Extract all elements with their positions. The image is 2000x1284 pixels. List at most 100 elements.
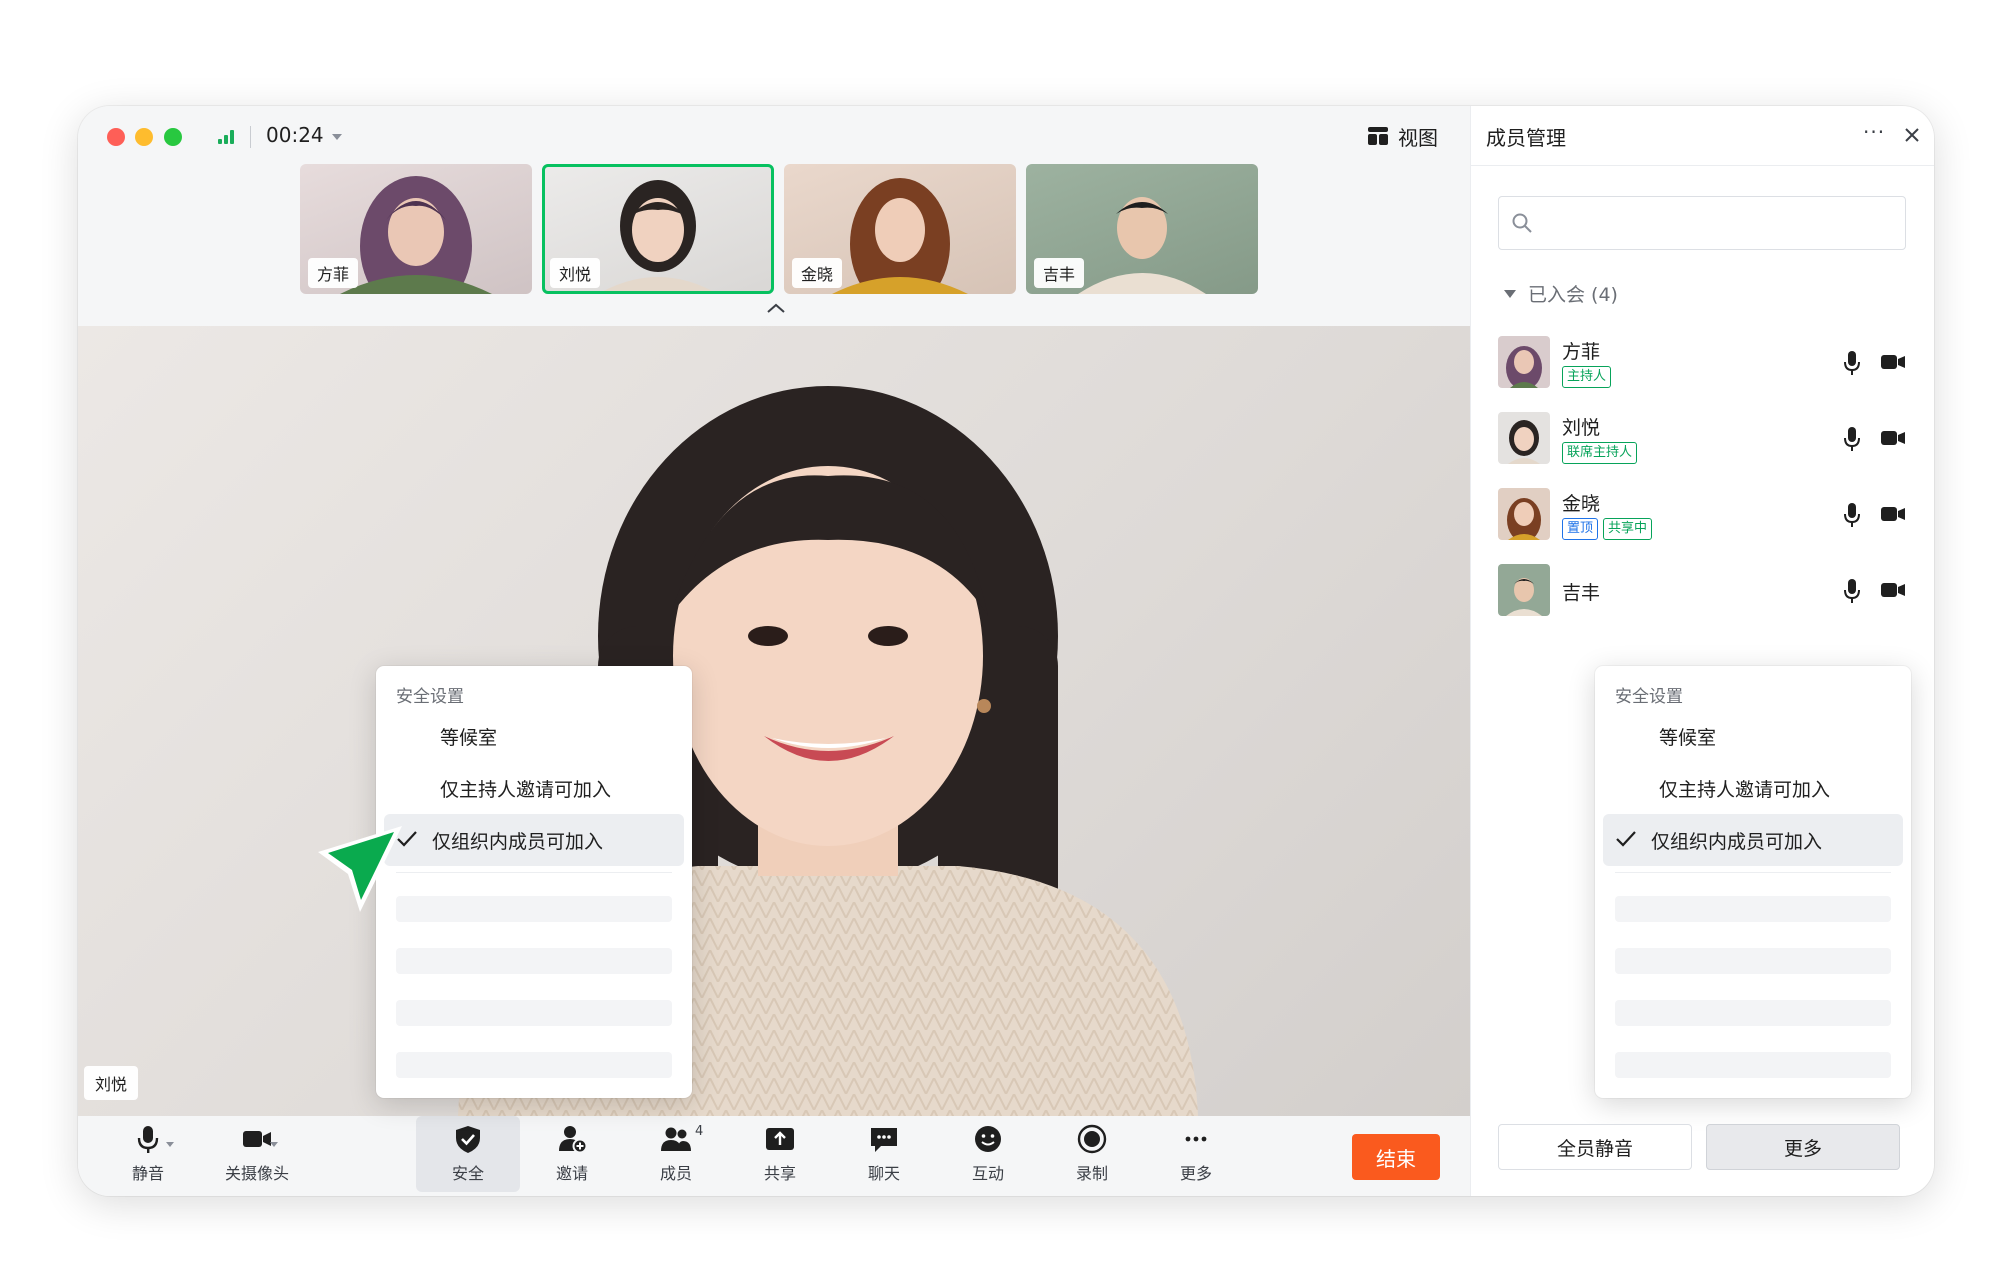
menu-item-host-invite-only[interactable]: 仅主持人邀请可加入 bbox=[384, 762, 684, 814]
checkmark-icon bbox=[1616, 831, 1636, 847]
menu-divider bbox=[1615, 872, 1891, 873]
mute-options-chevron-icon[interactable] bbox=[166, 1142, 174, 1147]
menu-item-label: 仅主持人邀请可加入 bbox=[1659, 778, 1831, 801]
participant-thumbnail[interactable]: 吉丰 bbox=[1026, 164, 1258, 294]
menu-item-label: 仅主持人邀请可加入 bbox=[440, 778, 612, 801]
thumbnail-name: 金晓 bbox=[792, 258, 843, 288]
participant-thumbnail[interactable]: 方菲 bbox=[300, 164, 532, 294]
security-button[interactable]: 安全 bbox=[416, 1116, 520, 1192]
participant-thumbnail[interactable]: 金晓 bbox=[784, 164, 1016, 294]
microphone-icon[interactable] bbox=[1842, 578, 1862, 604]
participant-thumbnail-active[interactable]: 刘悦 bbox=[542, 164, 774, 294]
member-tags: 联席主持人 bbox=[1562, 442, 1638, 464]
share-button[interactable]: 共享 bbox=[728, 1116, 832, 1192]
role-badge: 联席主持人 bbox=[1562, 442, 1638, 464]
camera-label: 关摄像头 bbox=[224, 1164, 289, 1183]
record-button[interactable]: 录制 bbox=[1040, 1116, 1144, 1192]
video-camera-icon[interactable] bbox=[1880, 352, 1906, 372]
menu-placeholder bbox=[1615, 1052, 1891, 1078]
title-bar: 00:24 视图 bbox=[78, 106, 1470, 166]
member-tags: 主持人 bbox=[1562, 366, 1612, 388]
member-row[interactable]: 吉丰 bbox=[1498, 564, 1908, 620]
camera-options-chevron-icon[interactable] bbox=[270, 1142, 278, 1147]
video-camera-icon[interactable] bbox=[1880, 580, 1906, 600]
menu-placeholder bbox=[396, 948, 672, 974]
meeting-timer[interactable]: 00:24 bbox=[266, 123, 324, 147]
menu-placeholder bbox=[396, 1000, 672, 1026]
members-label: 成员 bbox=[659, 1164, 692, 1183]
close-icon[interactable] bbox=[1903, 126, 1921, 144]
view-button[interactable]: 视图 bbox=[1368, 120, 1438, 152]
member-row[interactable]: 刘悦 联席主持人 bbox=[1498, 412, 1908, 468]
menu-item-org-members-only[interactable]: 仅组织内成员可加入 bbox=[1603, 814, 1903, 866]
menu-item-org-members-only[interactable]: 仅组织内成员可加入 bbox=[384, 814, 684, 866]
close-window-button[interactable] bbox=[107, 128, 125, 146]
avatar bbox=[1498, 412, 1550, 464]
video-camera-icon[interactable] bbox=[1880, 428, 1906, 448]
group-label: 已入会 (4) bbox=[1528, 284, 1618, 306]
joined-group-header[interactable]: 已入会 (4) bbox=[1504, 280, 1618, 307]
pinned-badge: 置顶 bbox=[1562, 518, 1599, 540]
chat-button[interactable]: 聊天 bbox=[832, 1116, 936, 1192]
member-management-panel: 成员管理 ··· 已入会 (4) 方菲 主持人 刘悦 联席主持人 金晓 置顶 共… bbox=[1470, 106, 1934, 1196]
member-row[interactable]: 金晓 置顶 共享中 bbox=[1498, 488, 1908, 544]
maximize-window-button[interactable] bbox=[164, 128, 182, 146]
role-badge: 主持人 bbox=[1562, 366, 1612, 388]
end-meeting-button[interactable]: 结束 bbox=[1352, 1134, 1440, 1180]
menu-item-host-invite-only[interactable]: 仅主持人邀请可加入 bbox=[1603, 762, 1903, 814]
record-label: 录制 bbox=[1075, 1164, 1108, 1183]
sharing-badge: 共享中 bbox=[1603, 518, 1653, 540]
microphone-icon[interactable] bbox=[1842, 350, 1862, 376]
microphone-icon[interactable] bbox=[1842, 426, 1862, 452]
invite-button[interactable]: 邀请 bbox=[520, 1116, 624, 1192]
menu-placeholder bbox=[1615, 948, 1891, 974]
thumbnail-name: 方菲 bbox=[308, 258, 359, 288]
bottom-toolbar: 静音 关摄像头 安全 邀请 成员 4 共享 聊天 互动 录制 更多 结束 bbox=[78, 1116, 1470, 1196]
panel-title: 成员管理 bbox=[1486, 126, 1566, 150]
member-name: 方菲 bbox=[1562, 341, 1601, 363]
member-name: 刘悦 bbox=[1562, 417, 1601, 439]
more-button[interactable]: 更多 bbox=[1144, 1116, 1248, 1192]
avatar bbox=[1498, 336, 1550, 388]
video-camera-icon[interactable] bbox=[1880, 504, 1906, 524]
menu-item-label: 仅组织内成员可加入 bbox=[432, 830, 604, 853]
menu-placeholder bbox=[396, 1052, 672, 1078]
security-label: 安全 bbox=[451, 1164, 484, 1183]
view-button-label: 视图 bbox=[1398, 125, 1438, 150]
panel-more-button[interactable]: ··· bbox=[1863, 120, 1885, 144]
member-search-input[interactable] bbox=[1498, 196, 1906, 250]
member-name: 吉丰 bbox=[1562, 582, 1601, 604]
main-area: 00:24 视图 方菲 刘悦 金晓 吉丰 刘悦 静音 关摄像头 安全 邀请 成员… bbox=[78, 106, 1470, 1196]
menu-placeholder bbox=[1615, 896, 1891, 922]
security-settings-menu: 安全设置 等候室 仅主持人邀请可加入 仅组织内成员可加入 bbox=[376, 666, 692, 1098]
mute-button[interactable]: 静音 bbox=[98, 1116, 198, 1192]
signal-strength-icon[interactable] bbox=[218, 130, 236, 144]
menu-placeholder bbox=[1615, 1000, 1891, 1026]
record-icon bbox=[1077, 1124, 1107, 1154]
microphone-icon[interactable] bbox=[1842, 502, 1862, 528]
menu-title: 安全设置 bbox=[1615, 687, 1683, 707]
video-camera-icon bbox=[243, 1131, 271, 1147]
menu-divider bbox=[396, 872, 672, 873]
chat-label: 聊天 bbox=[867, 1164, 900, 1183]
main-video-stage[interactable]: 刘悦 bbox=[78, 326, 1470, 1116]
share-screen-icon bbox=[766, 1128, 794, 1150]
minimize-window-button[interactable] bbox=[135, 128, 153, 146]
mute-all-button[interactable]: 全员静音 bbox=[1498, 1124, 1692, 1170]
panel-more-options-button[interactable]: 更多 bbox=[1706, 1124, 1900, 1170]
grid-view-icon bbox=[1368, 127, 1388, 145]
member-row[interactable]: 方菲 主持人 bbox=[1498, 336, 1908, 392]
interact-button[interactable]: 互动 bbox=[936, 1116, 1040, 1192]
menu-item-label: 等候室 bbox=[440, 726, 498, 749]
menu-item-waiting-room[interactable]: 等候室 bbox=[1603, 710, 1903, 762]
menu-item-waiting-room[interactable]: 等候室 bbox=[384, 710, 684, 762]
chevron-down-icon[interactable] bbox=[332, 134, 342, 140]
more-dots-icon bbox=[1185, 1136, 1207, 1142]
invite-label: 邀请 bbox=[555, 1164, 588, 1183]
microphone-icon bbox=[137, 1126, 159, 1153]
camera-button[interactable]: 关摄像头 bbox=[202, 1116, 312, 1192]
cursor-pointer-icon bbox=[318, 826, 402, 912]
members-button[interactable]: 成员 bbox=[624, 1116, 728, 1192]
member-name: 金晓 bbox=[1562, 493, 1601, 515]
chevron-up-icon[interactable] bbox=[766, 302, 786, 314]
